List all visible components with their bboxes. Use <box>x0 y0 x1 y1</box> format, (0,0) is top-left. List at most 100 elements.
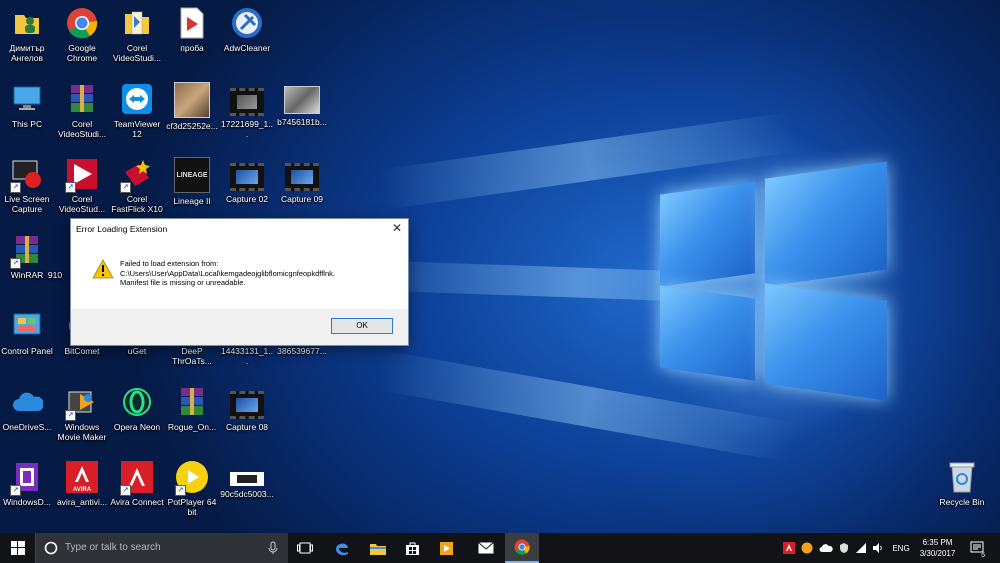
desktop-icon[interactable]: ↗ Corel VideoStud... <box>55 157 109 214</box>
taskbar-app-mail[interactable] <box>470 533 502 563</box>
fastflick-icon: ↗ <box>120 157 154 193</box>
tray-security-icon[interactable] <box>837 533 851 563</box>
desktop-icon[interactable]: Google Chrome <box>55 6 109 63</box>
video-thumbnail-icon <box>285 163 319 191</box>
desktop-icon[interactable]: ↗ Windows Movie Maker <box>55 385 109 442</box>
pdf-file-icon <box>175 6 209 40</box>
mail-icon <box>478 542 494 554</box>
desktop-icon[interactable]: Recycle Bin <box>932 460 992 507</box>
desktop-icon[interactable]: Corel VideoStudi... <box>110 6 164 63</box>
desktop-icon[interactable]: 17221699_1... <box>220 82 274 139</box>
desktop-icon[interactable]: ↗ Corel FastFlick X10 <box>110 157 164 214</box>
tray-avira-icon[interactable] <box>782 533 796 563</box>
taskbar-app-explorer[interactable] <box>362 533 394 563</box>
language-indicator[interactable]: ENG <box>890 533 912 563</box>
svg-text:AVIRA: AVIRA <box>73 487 92 493</box>
taskbar: Type or talk to search ENG 6:35 PM 3/30/… <box>0 533 1000 563</box>
desktop-icon[interactable]: ↗ Avira Connect <box>110 460 164 507</box>
desktop-icon[interactable]: TeamViewer 12 <box>110 82 164 139</box>
corel-app-icon: ↗ <box>65 157 99 193</box>
error-dialog: Error Loading Extension ✕ Failed to load… <box>70 218 409 346</box>
edge-icon <box>336 543 348 556</box>
video-thumbnail-icon <box>230 88 264 116</box>
close-icon[interactable]: ✕ <box>392 221 402 235</box>
warning-icon <box>92 259 114 279</box>
movie-maker-icon: ↗ <box>65 385 99 421</box>
tray-network-icon[interactable] <box>854 533 868 563</box>
windows-logo-pane <box>660 285 755 381</box>
taskbar-app-store[interactable] <box>396 533 428 563</box>
clock-date: 3/30/2017 <box>919 549 956 558</box>
clock[interactable]: 6:35 PM 3/30/2017 <box>915 533 960 563</box>
desktop-icon[interactable]: Corel VideoStudi... <box>55 82 109 139</box>
desktop-icon[interactable]: Capture 08 <box>220 385 274 432</box>
taskbar-app-media[interactable] <box>430 533 462 563</box>
winrar-archive-icon <box>65 82 99 116</box>
onedrive-icon <box>10 385 44 419</box>
desktop-icon[interactable]: Димитър Ангелов <box>0 6 54 63</box>
user-folder-icon <box>10 6 44 40</box>
desktop-icon[interactable]: LINEAGE Lineage II <box>165 157 219 206</box>
desktop-icon[interactable]: Control Panel <box>0 309 54 356</box>
video-thumbnail-icon <box>230 163 264 191</box>
lineage-icon: LINEAGE <box>174 157 210 193</box>
desktop-icon[interactable]: This PC <box>0 82 54 129</box>
image-thumbnail-icon <box>230 472 264 486</box>
notification-count: 5 <box>981 552 985 559</box>
desktop-icon[interactable]: ↗ WindowsD... <box>0 460 54 507</box>
desktop-icon[interactable]: 910 <box>40 233 70 280</box>
task-view-button[interactable] <box>290 533 320 563</box>
desktop-icon[interactable]: cf3d25252e... <box>165 82 219 131</box>
windows-start-icon <box>10 541 25 555</box>
file-icon <box>45 233 65 267</box>
chrome-icon <box>65 6 99 40</box>
desktop-icon[interactable]: Rogue_On... <box>165 385 219 432</box>
desktop-icon[interactable]: AdwCleaner <box>220 6 274 53</box>
desktop: Димитър Ангелов Google Chrome Corel Vide… <box>0 0 1000 533</box>
ok-button[interactable]: OK <box>331 318 393 334</box>
winrar-icon: ↗ <box>10 233 44 269</box>
control-panel-icon <box>10 309 44 343</box>
taskbar-app-edge[interactable] <box>325 533 359 563</box>
adwcleaner-icon <box>230 6 264 40</box>
windows-logo-pane <box>765 283 887 401</box>
corel-folder-icon <box>120 6 154 40</box>
dialog-title: Error Loading Extension <box>76 224 168 234</box>
tray-volume-icon[interactable] <box>871 533 885 563</box>
clock-time: 6:35 PM <box>922 538 953 547</box>
tray-onedrive-icon[interactable] <box>818 533 834 563</box>
chrome-icon <box>514 539 530 555</box>
dialog-message-line: Failed to load extension from: <box>120 259 219 268</box>
desktop-icon[interactable]: 90c5dc5003... <box>220 460 274 499</box>
desktop-icon[interactable]: Capture 02 <box>220 157 274 204</box>
desktop-icon[interactable]: ↗ PotPlayer 64 bit <box>165 460 219 517</box>
desktop-icon[interactable]: AVIRA avira_antivi... <box>55 460 109 507</box>
tray-bitcomet-icon[interactable] <box>800 533 814 563</box>
computer-icon <box>10 82 44 116</box>
microphone-icon[interactable] <box>268 541 278 555</box>
desktop-icon[interactable]: Opera Neon <box>110 385 164 432</box>
dialog-footer: OK <box>71 309 408 345</box>
taskbar-app-chrome[interactable] <box>505 533 539 563</box>
action-center-button[interactable]: 5 <box>966 533 988 563</box>
dialog-message: Failed to load extension from: C:\Users\… <box>120 259 335 288</box>
desktop-icon[interactable]: b7456181b... <box>275 82 329 127</box>
avira-icon: AVIRA <box>65 460 99 494</box>
desktop-icon[interactable]: проба <box>165 6 219 53</box>
desktop-icon[interactable]: ↗ Live Screen Capture <box>0 157 54 214</box>
windows-logo-pane <box>660 181 755 287</box>
desktop-icon[interactable]: Capture 09 <box>275 157 329 204</box>
avira-connect-icon: ↗ <box>120 460 154 496</box>
recycle-bin-icon <box>945 460 979 494</box>
potplayer-icon: ↗ <box>175 460 209 496</box>
desktop-icon[interactable]: OneDriveS... <box>0 385 54 432</box>
task-view-icon <box>297 542 313 554</box>
store-icon <box>405 542 419 555</box>
start-button[interactable] <box>0 533 35 563</box>
dialog-message-line: Manifest file is missing or unreadable. <box>120 278 246 287</box>
dialog-message-path: C:\Users\User\AppData\Local\kemgadeojgli… <box>120 268 335 278</box>
winrar-archive-icon <box>175 385 209 419</box>
search-box[interactable]: Type or talk to search <box>35 533 288 563</box>
video-thumbnail-icon <box>230 391 264 419</box>
windows-logo-pane <box>765 161 887 287</box>
